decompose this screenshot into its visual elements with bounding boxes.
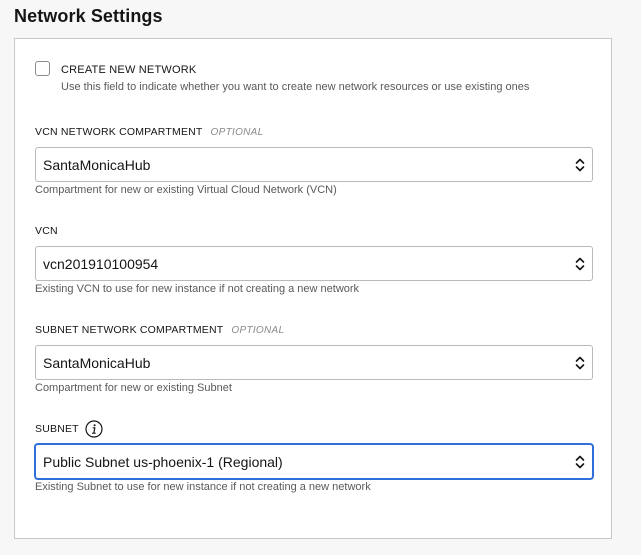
network-settings-panel: CREATE NEW NETWORK Use this field to ind… — [14, 38, 612, 539]
vcn-label: VCN — [35, 225, 58, 237]
vcn-compartment-value: SantaMonicaHub — [43, 156, 151, 173]
vcn-compartment-label: VCN NETWORK COMPARTMENT — [35, 126, 203, 138]
vcn-compartment-select[interactable]: SantaMonicaHub — [35, 147, 593, 182]
vcn-help: Existing VCN to use for new instance if … — [35, 283, 360, 295]
chevron-up-down-icon — [575, 356, 585, 369]
subnet-compartment-field: SUBNET NETWORK COMPARTMENT OPTIONAL Sant… — [35, 321, 593, 395]
subnet-compartment-value: SantaMonicaHub — [43, 354, 151, 371]
section-title: Network Settings — [14, 6, 163, 26]
vcn-compartment-field: VCN NETWORK COMPARTMENT OPTIONAL SantaMo… — [35, 123, 593, 197]
chevron-up-down-icon — [575, 455, 585, 468]
vcn-select[interactable]: vcn201910100954 — [35, 246, 593, 281]
subnet-value: Public Subnet us-phoenix-1 (Regional) — [43, 453, 283, 470]
create-network-label: CREATE NEW NETWORK — [61, 64, 197, 76]
vcn-field: VCN vcn201910100954 Existing VCN to use … — [35, 222, 593, 296]
subnet-label: SUBNET — [35, 423, 79, 435]
subnet-field: SUBNET Public Subnet us-phoenix-1 (Regio… — [35, 420, 593, 494]
subnet-compartment-select[interactable]: SantaMonicaHub — [35, 345, 593, 380]
vcn-compartment-help: Compartment for new or existing Virtual … — [35, 184, 337, 196]
subnet-help: Existing Subnet to use for new instance … — [35, 481, 371, 493]
vcn-value: vcn201910100954 — [43, 255, 159, 272]
chevron-up-down-icon — [575, 257, 585, 270]
subnet-compartment-label: SUBNET NETWORK COMPARTMENT — [35, 324, 224, 336]
chevron-up-down-icon — [575, 158, 585, 171]
create-network-help: Use this field to indicate whether you w… — [61, 81, 530, 93]
subnet-compartment-optional: OPTIONAL — [231, 324, 285, 336]
vcn-compartment-optional: OPTIONAL — [210, 126, 264, 138]
create-network-row: CREATE NEW NETWORK Use this field to ind… — [35, 61, 529, 94]
info-icon[interactable] — [85, 420, 103, 438]
subnet-compartment-help: Compartment for new or existing Subnet — [35, 382, 232, 394]
create-network-checkbox[interactable] — [35, 61, 50, 76]
subnet-select[interactable]: Public Subnet us-phoenix-1 (Regional) — [35, 444, 593, 479]
